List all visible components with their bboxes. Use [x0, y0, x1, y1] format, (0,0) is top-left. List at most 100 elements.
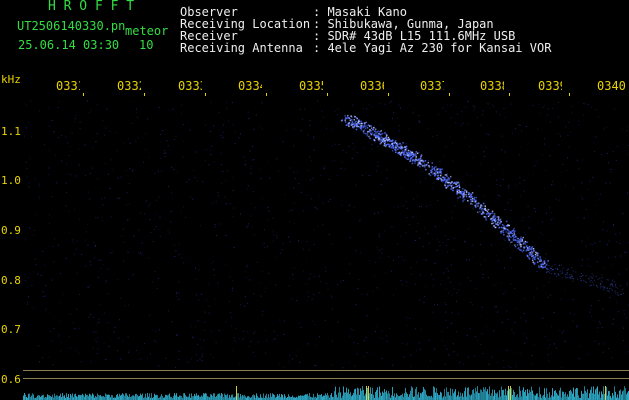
spectrogram-pixel — [385, 272, 387, 274]
spectrogram-pixel — [503, 108, 505, 110]
spectrogram-pixel — [551, 395, 552, 400]
spectrogram-pixel — [627, 192, 628, 194]
spectrogram-pixel — [322, 116, 324, 118]
spectrogram-pixel — [431, 169, 433, 172]
spectrogram-pixel — [33, 394, 34, 400]
spectrogram-pixel — [441, 331, 443, 333]
spectrogram-pixel — [151, 393, 152, 400]
spectrogram-pixel — [372, 387, 373, 400]
spectrogram-pixel — [87, 287, 89, 288]
spectrogram-pixel — [624, 386, 625, 400]
spectrogram-pixel — [438, 241, 440, 243]
spectrogram-pixel — [569, 276, 571, 278]
spectrogram-pixel — [212, 357, 214, 358]
spectrogram-pixel — [237, 393, 238, 400]
spectrogram-pixel — [90, 264, 92, 266]
spectrogram-pixel — [373, 198, 375, 200]
spectrogram-pixel — [424, 166, 426, 168]
spectrogram-pixel — [252, 395, 253, 400]
spectrogram-pixel — [265, 395, 266, 400]
spectrogram-pixel — [518, 242, 520, 244]
spectrogram-pixel — [350, 124, 352, 126]
antenna-label: Receiving Antenna — [180, 41, 303, 55]
spectrogram-pixel — [258, 282, 260, 284]
spectrogram-pixel — [229, 394, 230, 400]
spectrogram-pixel — [305, 394, 306, 400]
spectrogram-pixel — [107, 293, 109, 295]
spectrogram-pixel — [577, 278, 579, 280]
spectrogram-pixel — [395, 142, 398, 144]
spectrogram-pixel — [141, 254, 143, 256]
spectrogram-pixel — [247, 302, 249, 304]
spectrogram-pixel — [78, 352, 80, 354]
spectrogram-pixel — [278, 395, 279, 400]
spectrogram-pixel — [475, 387, 476, 400]
spectrogram-pixel — [380, 392, 381, 400]
spectrogram-pixel — [459, 396, 460, 400]
spectrogram-pixel — [564, 276, 566, 278]
spectrogram-pixel — [519, 182, 521, 184]
spectrogram-pixel — [289, 241, 291, 243]
spectrogram-pixel — [102, 216, 103, 218]
spectrogram-pixel — [217, 283, 219, 285]
spectrogram-pixel — [154, 173, 156, 175]
spectrogram-pixel — [504, 267, 505, 269]
spectrogram-pixel — [542, 234, 544, 236]
spectrogram-pixel — [436, 388, 437, 400]
spectrogram-pixel — [504, 395, 505, 400]
spectrogram-pixel — [522, 390, 523, 400]
spectrogram-pixel — [610, 169, 612, 170]
spectrogram-pixel — [384, 389, 385, 400]
spectrogram-pixel — [456, 192, 458, 195]
spectrogram-pixel — [364, 122, 366, 124]
spectrogram-pixel — [349, 273, 351, 274]
spectrogram-pixel — [397, 243, 399, 245]
spectrogram-pixel — [553, 343, 555, 345]
spectrogram-pixel — [284, 194, 286, 196]
spectrogram-pixel — [441, 176, 444, 178]
spectrogram-pixel — [425, 178, 427, 180]
spectrogram-pixel — [399, 147, 402, 150]
spectrogram-pixel — [188, 361, 190, 363]
spectrogram-pixel — [603, 267, 604, 269]
spectrogram-pixel — [470, 175, 472, 177]
spectrogram-pixel — [429, 174, 432, 177]
spectrogram-pixel — [381, 357, 383, 359]
spectrogram-pixel — [441, 242, 443, 244]
spectrogram-pixel — [200, 293, 202, 295]
spectrogram-pixel — [272, 231, 274, 233]
spectrogram-pixel — [562, 163, 564, 165]
spectrogram-pixel — [555, 347, 557, 349]
spectrogram-pixel — [24, 393, 25, 400]
spectrogram-pixel — [111, 394, 112, 400]
spectrogram-pixel — [419, 274, 421, 276]
spectrogram-pixel — [489, 108, 491, 110]
spectrogram-pixel — [111, 252, 113, 254]
spectrogram-pixel — [398, 104, 400, 106]
spectrogram-pixel — [516, 395, 517, 400]
spectrogram-pixel — [37, 395, 38, 400]
spectrogram-pixel — [445, 319, 447, 321]
spectrogram-pixel — [369, 260, 370, 262]
spectrogram-pixel — [485, 209, 487, 211]
spectrogram-pixel — [216, 235, 217, 237]
spectrogram-pixel — [571, 267, 573, 269]
spectrogram-pixel — [592, 281, 594, 283]
spectrogram-pixel — [470, 395, 471, 400]
spectrogram-pixel — [210, 150, 212, 152]
spectrogram-pixel — [196, 180, 198, 182]
spectrogram-pixel — [400, 280, 402, 282]
spectrogram-pixel — [167, 145, 169, 147]
spectrogram-pixel — [213, 268, 215, 270]
spectrogram-pixel — [471, 203, 473, 205]
spectrogram-pixel — [587, 103, 589, 105]
spectrogram-pixel — [322, 224, 324, 226]
spectrogram-pixel — [404, 146, 406, 148]
spectrogram-pixel — [407, 158, 410, 160]
spectrogram-pixel — [300, 395, 301, 400]
spectrogram-pixel — [369, 129, 371, 131]
spectrogram-pixel — [439, 174, 442, 177]
spectrogram-pixel — [614, 256, 616, 258]
spectrogram-pixel — [57, 395, 58, 400]
spectrogram-pixel — [549, 269, 551, 271]
